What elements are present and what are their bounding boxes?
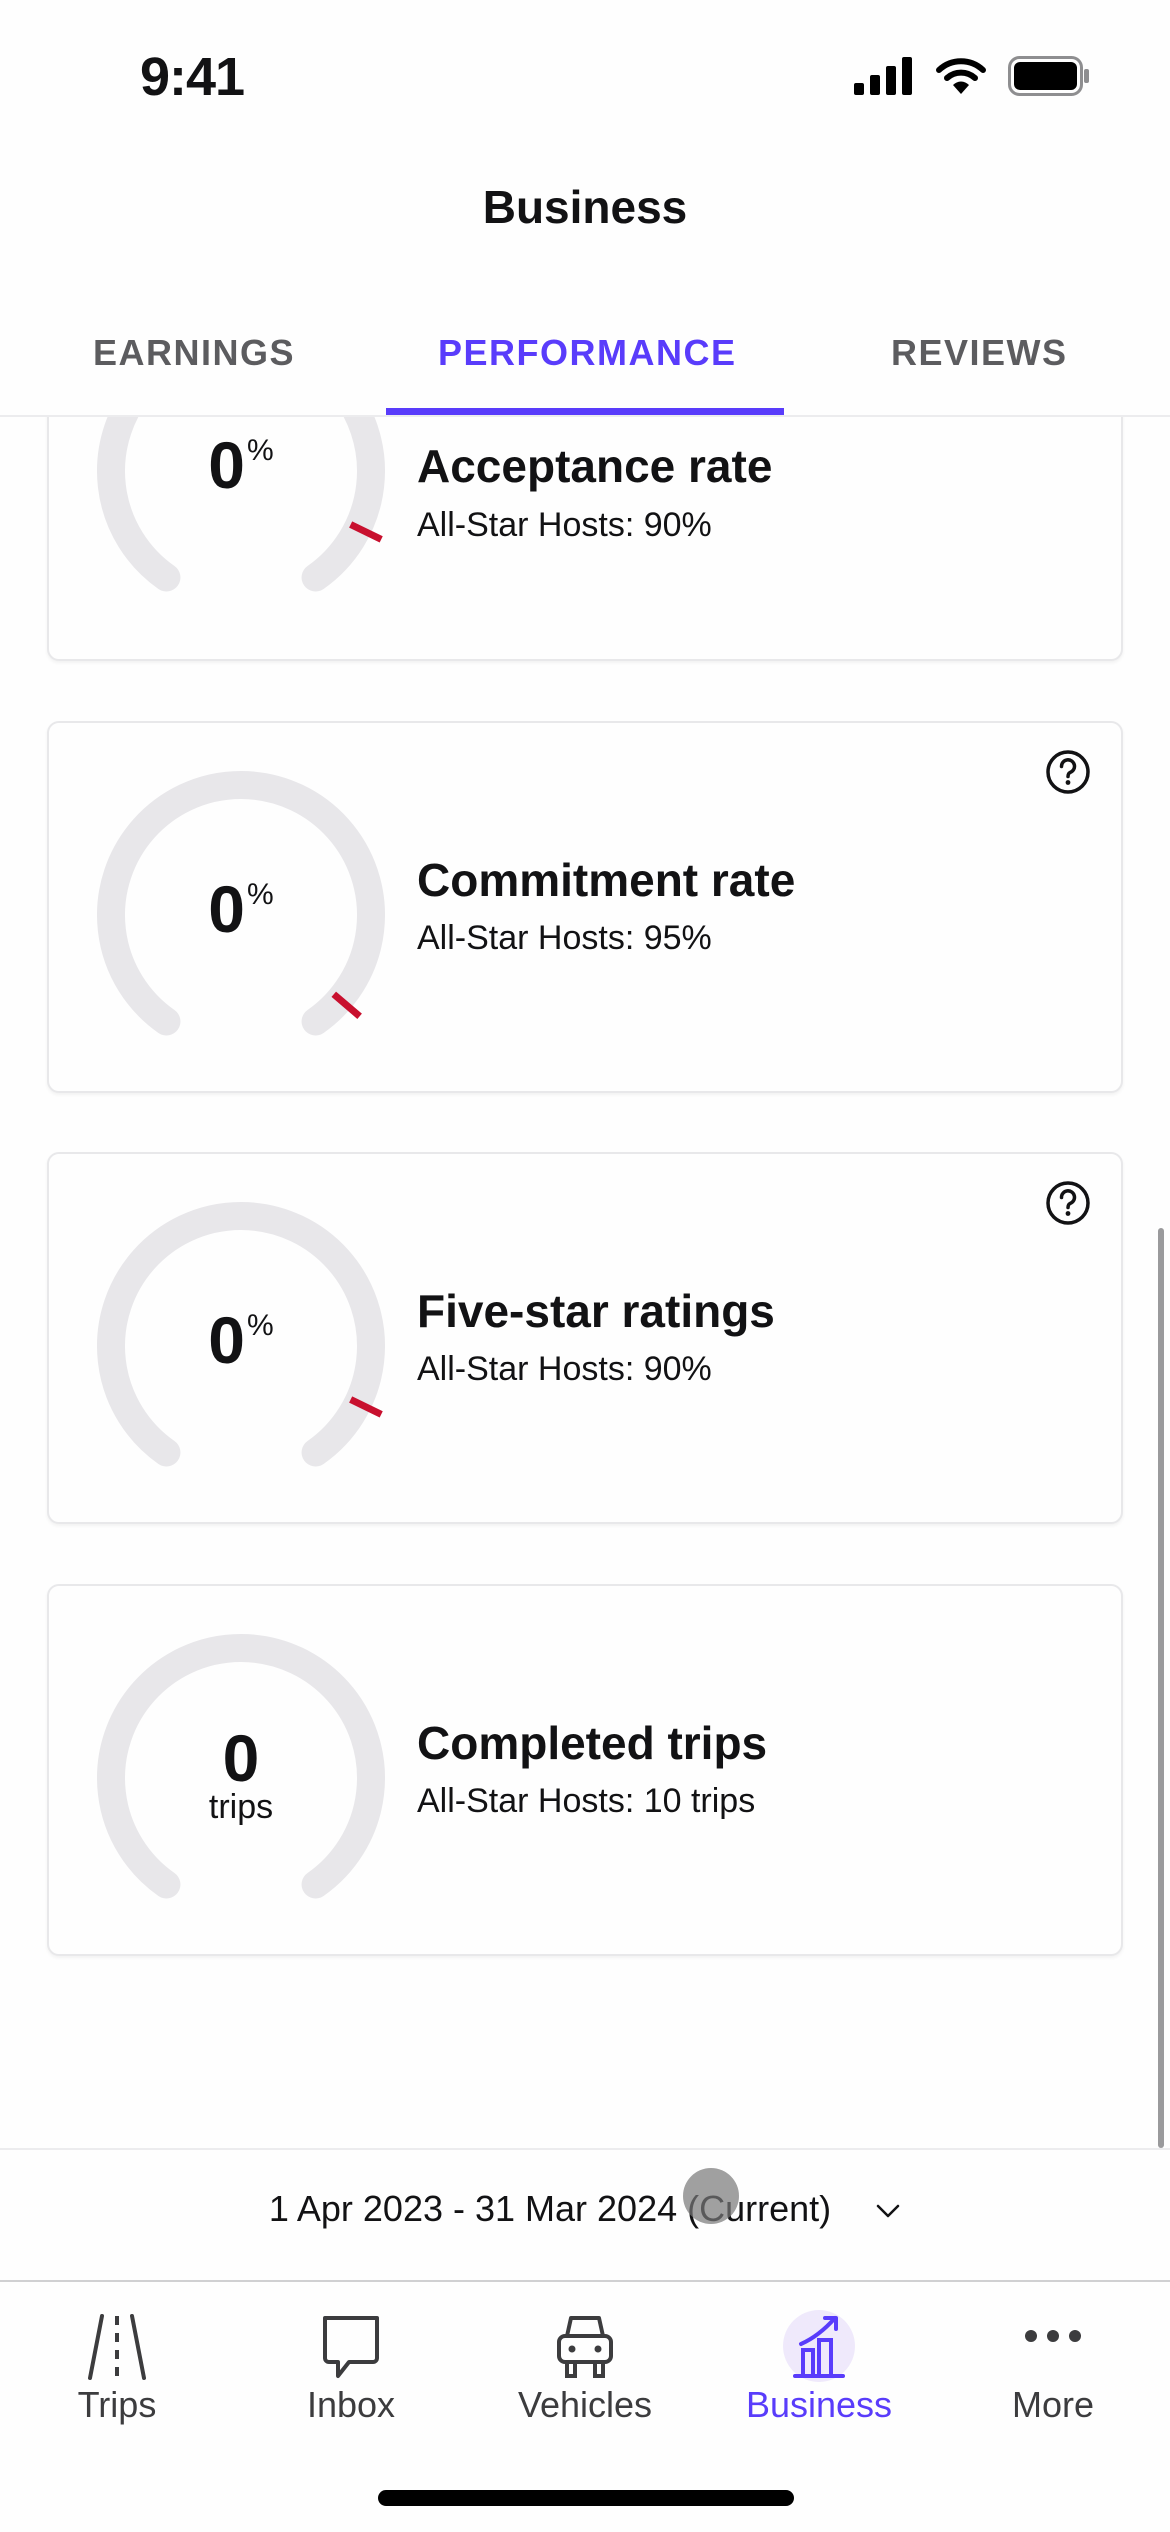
- nav-label: Inbox: [306, 2384, 396, 2425]
- chat-bubble-icon: [323, 2316, 379, 2378]
- metric-value: 0: [208, 428, 246, 502]
- metric-unit: %: [247, 434, 274, 467]
- metric-benchmark: All-Star Hosts: 90%: [417, 1350, 712, 1388]
- chart-growth-icon: [783, 2310, 855, 2382]
- gauge-value: 0%: [91, 427, 391, 503]
- status-time: 9:41: [140, 47, 245, 107]
- date-bar-divider: [0, 2148, 1170, 2150]
- metric-title: Acceptance rate: [417, 440, 773, 492]
- metric-title: Commitment rate: [417, 854, 796, 906]
- chevron-down-icon: [876, 2205, 900, 2218]
- metric-unit: %: [247, 878, 274, 911]
- metric-value: 0: [222, 1721, 260, 1795]
- tab-performance[interactable]: PERFORMANCE: [438, 332, 737, 374]
- nav-item-more[interactable]: More: [936, 2282, 1170, 2442]
- nav-label: Vehicles: [517, 2384, 653, 2425]
- gauge-value: 0%: [91, 871, 391, 947]
- road-icon: [88, 2314, 146, 2380]
- nav-item-trips[interactable]: Trips: [0, 2282, 234, 2442]
- metric-value: 0: [208, 1303, 246, 1377]
- cellular-signal-icon: [854, 57, 912, 95]
- battery-icon: [1008, 56, 1089, 96]
- home-indicator: [378, 2490, 794, 2506]
- tab-reviews[interactable]: REVIEWS: [891, 332, 1068, 374]
- page-title: Business: [482, 181, 688, 233]
- more-dots-icon: [1025, 2330, 1081, 2342]
- nav-item-business[interactable]: Business: [702, 2282, 936, 2442]
- metric-unit: trips: [208, 1788, 274, 1826]
- metric-benchmark: All-Star Hosts: 90%: [417, 506, 712, 544]
- nav-item-vehicles[interactable]: Vehicles: [468, 2282, 702, 2442]
- metric-card-acceptance-rate[interactable]: 0% Acceptance rate All-Star Hosts: 90%: [47, 417, 1123, 661]
- date-range-selector[interactable]: 1 Apr 2023 - 31 Mar 2024 (Current): [0, 2188, 1170, 2230]
- tab-earnings[interactable]: EARNINGS: [93, 332, 295, 374]
- metric-card-completed-trips[interactable]: 0 trips Completed trips All-Star Hosts: …: [47, 1584, 1123, 1956]
- date-range-label: 1 Apr 2023 - 31 Mar 2024 (Current): [268, 2188, 832, 2229]
- nav-label: Trips: [77, 2384, 157, 2425]
- scrollbar[interactable]: [1158, 1228, 1164, 2148]
- wifi-icon: [936, 58, 986, 94]
- metric-benchmark: All-Star Hosts: 10 trips: [417, 1782, 756, 1820]
- status-icons: [854, 56, 1090, 96]
- car-icon: [557, 2316, 613, 2378]
- metric-card-commitment-rate[interactable]: 0% Commitment rate All-Star Hosts: 95%: [47, 721, 1123, 1093]
- bottom-nav: Trips Inbox Vehicles Business More: [0, 2282, 1170, 2442]
- nav-label: More: [1011, 2384, 1095, 2425]
- metric-title: Five-star ratings: [417, 1285, 775, 1337]
- metric-card-five-star-ratings[interactable]: 0% Five-star ratings All-Star Hosts: 90%: [47, 1152, 1123, 1524]
- gauge-value: 0%: [91, 1302, 391, 1378]
- nav-item-inbox[interactable]: Inbox: [234, 2282, 468, 2442]
- gauge-value: 0 trips: [91, 1720, 391, 1827]
- metric-benchmark: All-Star Hosts: 95%: [417, 919, 712, 957]
- help-icon[interactable]: [1045, 1180, 1091, 1226]
- nav-label: Business: [745, 2384, 893, 2425]
- tab-bar: EARNINGS PERFORMANCE REVIEWS: [0, 320, 1170, 417]
- help-icon[interactable]: [1045, 749, 1091, 795]
- metric-title: Completed trips: [417, 1717, 768, 1769]
- touch-indicator: [683, 2168, 739, 2224]
- metric-unit: %: [247, 1309, 274, 1342]
- metrics-list[interactable]: 0% Acceptance rate All-Star Hosts: 90% 0…: [0, 417, 1170, 2148]
- metric-value: 0: [208, 872, 246, 946]
